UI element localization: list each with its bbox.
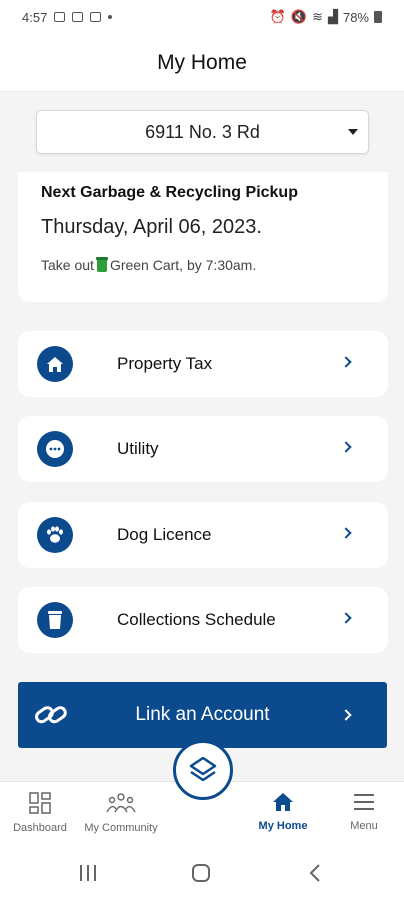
mail-icon — [90, 12, 102, 22]
nav-dashboard[interactable]: Dashboard — [0, 792, 80, 834]
trash-bin-icon — [37, 602, 73, 638]
menu-item-label: Collections Schedule — [117, 610, 276, 629]
green-cart-icon — [95, 256, 108, 272]
link-account-button[interactable]: Link an Account — [18, 682, 387, 748]
dashboard-icon — [29, 792, 51, 814]
clock: 4:57 — [22, 9, 48, 25]
nav-label: Menu — [350, 820, 378, 832]
nav-label: My Home — [258, 820, 308, 832]
home-icon — [273, 793, 293, 811]
layers-icon — [189, 756, 217, 782]
pickup-card: Next Garbage & Recycling Pickup Thursday… — [18, 172, 388, 302]
pickup-note-suffix: Green Cart, by 7:30am. — [109, 257, 257, 273]
calendar-icon — [72, 12, 84, 22]
chevron-right-icon — [340, 709, 352, 721]
signal-icon: ▟ — [327, 9, 338, 24]
system-nav-bar — [0, 845, 404, 900]
menu-item-dog-licence[interactable]: Dog Licence — [18, 502, 388, 568]
gallery-icon — [54, 12, 66, 22]
home-system-icon[interactable] — [192, 864, 210, 887]
nav-label: Dashboard — [13, 822, 67, 834]
address-value: 6911 No. 3 Rd — [145, 121, 260, 142]
address-select[interactable]: 6911 No. 3 Rd — [36, 110, 369, 154]
nav-label: My Community — [84, 822, 158, 834]
pickup-note: Take out Green Cart, by 7:30am. — [41, 256, 365, 273]
alarm-icon: ⏰ — [269, 9, 286, 24]
menu-item-label: Dog Licence — [117, 525, 212, 544]
link-icon — [35, 706, 67, 724]
caret-down-icon — [348, 129, 358, 135]
menu-item-label: Utility — [117, 439, 159, 458]
chevron-right-icon — [340, 612, 352, 624]
nav-menu[interactable]: Menu — [324, 792, 404, 832]
pickup-title: Next Garbage & Recycling Pickup — [41, 184, 298, 201]
home-icon — [37, 346, 73, 382]
hamburger-icon — [354, 794, 374, 810]
recent-apps-icon[interactable] — [78, 864, 98, 887]
nav-my-community[interactable]: My Community — [81, 792, 161, 834]
chevron-right-icon — [340, 441, 352, 453]
menu-item-collections-schedule[interactable]: Collections Schedule — [18, 587, 388, 653]
layers-button[interactable] — [173, 740, 233, 800]
menu-item-utility[interactable]: Utility — [18, 416, 388, 482]
nav-my-home[interactable]: My Home — [243, 792, 323, 832]
back-icon[interactable] — [309, 863, 321, 888]
community-icon — [106, 793, 136, 813]
battery-percent: 78% — [342, 9, 369, 25]
chevron-right-icon — [340, 356, 352, 368]
chat-dots-icon — [37, 431, 73, 467]
menu-item-label: Property Tax — [117, 354, 213, 373]
chevron-right-icon — [340, 527, 352, 539]
wifi-icon: ≋ — [312, 9, 323, 24]
battery-icon — [374, 11, 382, 23]
link-account-label: Link an Account — [135, 704, 270, 725]
page-title: My Home — [0, 34, 404, 92]
mute-icon: 🔇 — [290, 9, 308, 24]
status-bar: 4:57 ⏰ 🔇 ≋ ▟ 78% — [0, 0, 404, 34]
menu-item-property-tax[interactable]: Property Tax — [18, 331, 388, 397]
paw-icon — [37, 517, 73, 553]
pickup-note-prefix: Take out — [41, 257, 94, 273]
pickup-date: Thursday, April 06, 2023. — [41, 216, 262, 238]
notification-dot-icon — [108, 15, 113, 19]
